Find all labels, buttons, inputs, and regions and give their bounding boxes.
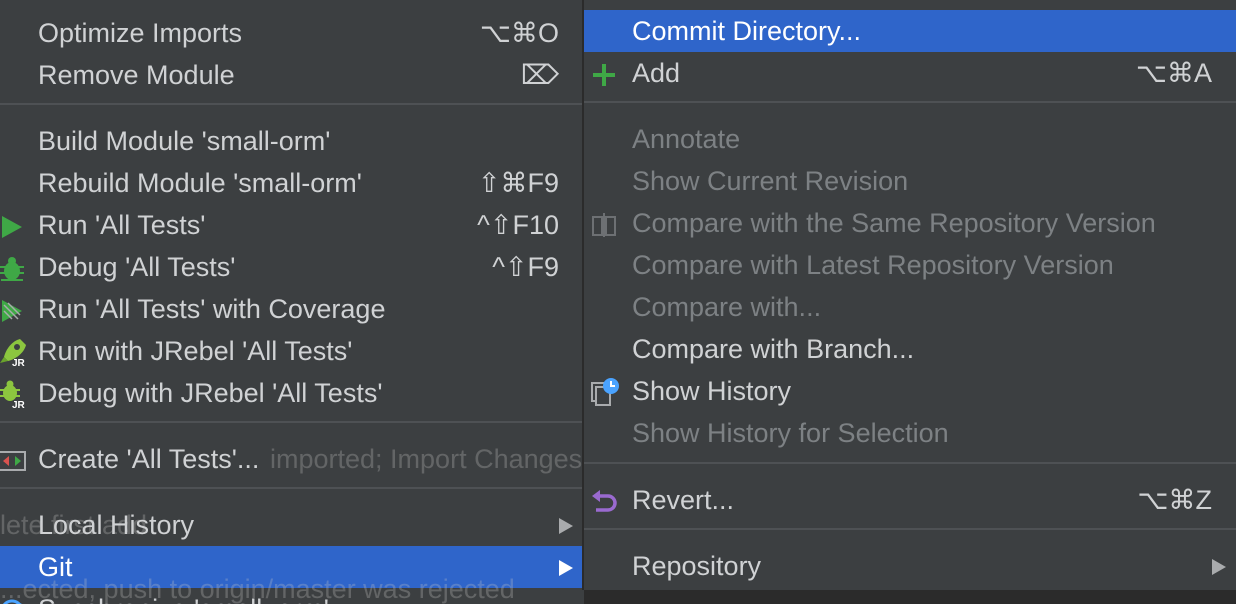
menu-item-debug-with-jrebel[interactable]: JR Debug with JRebel 'All Tests' — [0, 372, 583, 414]
menu-item-label: Commit Directory... — [632, 16, 862, 46]
debug-bug-icon — [0, 253, 26, 281]
menu-item-label: Compare with Latest Repository Version — [632, 250, 1114, 280]
menu-item-run-with-coverage[interactable]: Run 'All Tests' with Coverage — [0, 288, 583, 330]
svg-text:JR: JR — [12, 358, 26, 367]
menu-item-synchronize[interactable]: Synchronize 'small_orm' — [0, 588, 583, 604]
menu-separator — [0, 421, 583, 423]
menu-item-revert[interactable]: Revert... ⌥⌘Z — [584, 479, 1236, 521]
menu-item-label: Add — [632, 58, 681, 88]
menu-item-compare-same-repo-version[interactable]: Compare with the Same Repository Version — [584, 202, 1236, 244]
menu-separator — [584, 528, 1236, 530]
menu-separator — [0, 103, 583, 105]
menu-item-rebuild-module[interactable]: Rebuild Module 'small-orm' ⇧⌘F9 — [0, 162, 583, 204]
menu-item-label: Repository — [632, 551, 762, 581]
submenu-arrow-icon — [1212, 559, 1226, 575]
revert-arrow-icon — [590, 486, 618, 514]
menu-item-run-with-jrebel[interactable]: JR Run with JRebel 'All Tests' — [0, 330, 583, 372]
menu-item-label: Run 'All Tests' — [38, 210, 206, 240]
jrebel-debug-icon: JR — [0, 379, 26, 411]
history-clock-icon — [590, 377, 619, 406]
run-icon — [0, 211, 26, 239]
plus-icon — [590, 59, 618, 87]
menu-item-label: Create 'All Tests'... — [38, 444, 260, 474]
menu-item-show-current-revision[interactable]: Show Current Revision — [584, 160, 1236, 202]
menu-item-commit-directory[interactable]: Commit Directory... — [584, 10, 1236, 52]
menu-item-label: Local History — [38, 510, 195, 540]
compare-icon — [590, 209, 618, 237]
menu-item-show-history[interactable]: Show History — [584, 370, 1236, 412]
menu-item-compare-latest-repo-version[interactable]: Compare with Latest Repository Version — [584, 244, 1236, 286]
menu-item-annotate[interactable]: Annotate — [584, 118, 1236, 160]
submenu-arrow-icon — [559, 518, 573, 534]
menu-item-shortcut: ⇧⌘F9 — [477, 168, 559, 198]
menu-item-shortcut: ^⇧F9 — [492, 252, 559, 282]
menu-item-label: Git — [38, 552, 73, 582]
menu-item-label: Compare with the Same Repository Version — [632, 208, 1156, 238]
menu-item-optimize-imports[interactable]: Optimize Imports ⌥⌘O — [0, 12, 583, 54]
menu-item-label: Remove Module — [38, 60, 235, 90]
menu-item-shortcut: ⌥⌘O — [479, 18, 559, 48]
menu-item-run-all-tests[interactable]: Run 'All Tests' ^⇧F10 — [0, 204, 583, 246]
menu-item-remove-module[interactable]: Remove Module ⌦ — [0, 54, 583, 96]
run-config-icon — [0, 445, 26, 473]
menu-item-label: Debug 'All Tests' — [38, 252, 236, 282]
menu-item-label: Show History for Selection — [632, 418, 949, 448]
menu-item-label: Show Current Revision — [632, 166, 909, 196]
menu-item-label: Run 'All Tests' with Coverage — [38, 294, 386, 324]
editor-background-strip — [584, 590, 1236, 604]
menu-item-label: Build Module 'small-orm' — [38, 126, 331, 156]
menu-item-shortcut: ⌥⌘Z — [1137, 485, 1212, 515]
menu-item-label: Compare with... — [632, 292, 822, 322]
menu-item-label: Annotate — [632, 124, 741, 154]
menu-item-git[interactable]: Git — [0, 546, 583, 588]
menu-item-label: Revert... — [632, 485, 735, 515]
menu-separator — [584, 462, 1236, 464]
menu-item-shortcut: ⌥⌘A — [1135, 58, 1212, 88]
menu-item-debug-all-tests[interactable]: Debug 'All Tests' ^⇧F9 — [0, 246, 583, 288]
menu-item-label: Run with JRebel 'All Tests' — [38, 336, 353, 366]
menu-item-compare-with[interactable]: Compare with... — [584, 286, 1236, 328]
menu-item-create-all-tests[interactable]: Create 'All Tests'... — [0, 438, 583, 480]
menu-item-show-history-for-selection[interactable]: Show History for Selection — [584, 412, 1236, 454]
menu-separator — [0, 487, 583, 489]
delete-key-icon: ⌦ — [520, 60, 559, 90]
menu-item-repository[interactable]: Repository — [584, 545, 1236, 587]
submenu-arrow-icon — [559, 560, 573, 576]
menu-item-label: Rebuild Module 'small-orm' — [38, 168, 362, 198]
menu-item-build-module[interactable]: Build Module 'small-orm' — [0, 120, 583, 162]
sync-icon — [0, 595, 26, 604]
menu-item-shortcut: ^⇧F10 — [477, 210, 559, 240]
menu-item-add[interactable]: Add ⌥⌘A — [584, 52, 1236, 94]
menu-separator — [584, 101, 1236, 103]
run-coverage-icon — [0, 295, 26, 323]
menu-item-label: Synchronize 'small_orm' — [38, 588, 329, 604]
menu-item-label: Show History — [632, 376, 792, 406]
menu-item-compare-with-branch[interactable]: Compare with Branch... — [584, 328, 1236, 370]
menu-item-local-history[interactable]: Local History — [0, 504, 583, 546]
menu-item-label: Debug with JRebel 'All Tests' — [38, 378, 383, 408]
menu-item-label: Optimize Imports — [38, 18, 243, 48]
svg-text:JR: JR — [12, 400, 26, 409]
project-context-menu: Optimize Imports ⌥⌘O Remove Module ⌦ Bui… — [0, 0, 583, 604]
jrebel-rocket-icon: JR — [0, 337, 26, 369]
git-submenu: Commit Directory... Add ⌥⌘A Annotate Sho… — [584, 0, 1236, 590]
menu-item-label: Compare with Branch... — [632, 334, 915, 364]
